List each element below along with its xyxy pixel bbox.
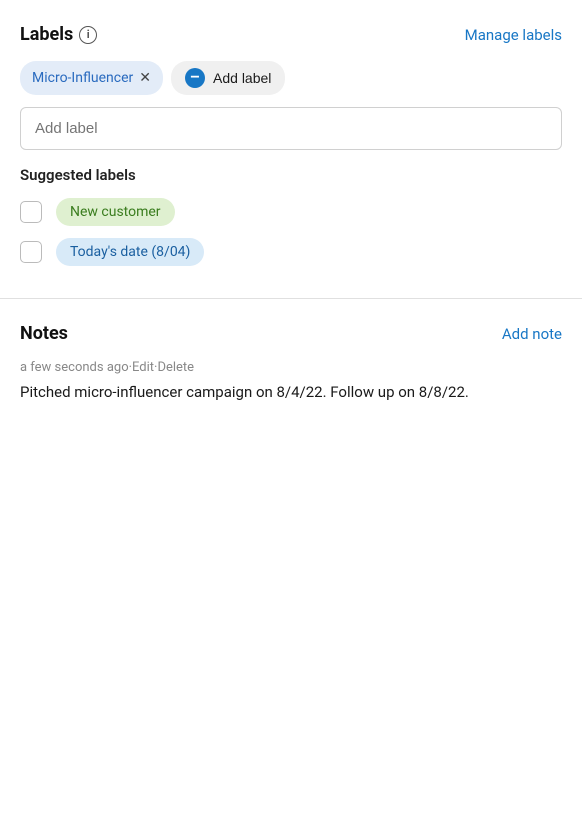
labels-section: Labels i Manage labels Micro-Influencer …	[0, 0, 582, 298]
note-edit-link[interactable]: Edit	[132, 360, 154, 375]
add-label-button[interactable]: − Add label	[171, 61, 285, 95]
checkbox-new-customer[interactable]	[20, 201, 42, 223]
minus-circle-icon: −	[185, 68, 205, 88]
labels-title: Labels i	[20, 24, 97, 45]
checkbox-todays-date[interactable]	[20, 241, 42, 263]
suggested-item-todays-date: Today's date (8/04)	[20, 238, 562, 266]
notes-header: Notes Add note	[20, 323, 562, 344]
suggested-label-todays-date[interactable]: Today's date (8/04)	[56, 238, 204, 266]
note-timestamp: a few seconds ago	[20, 360, 129, 375]
note-meta: a few seconds ago · Edit · Delete	[20, 360, 562, 375]
label-tag-text: Micro-Influencer	[32, 70, 133, 86]
suggested-item-new-customer: New customer	[20, 198, 562, 226]
notes-section: Notes Add note a few seconds ago · Edit …	[0, 299, 582, 424]
add-label-input-wrapper	[20, 107, 562, 150]
suggested-labels-section: Suggested labels New customer Today's da…	[20, 166, 562, 266]
add-note-link[interactable]: Add note	[502, 325, 562, 343]
label-remove-icon[interactable]: ✕	[139, 71, 151, 85]
note-delete-link[interactable]: Delete	[157, 360, 194, 375]
labels-title-text: Labels	[20, 24, 73, 45]
add-label-button-text: Add label	[213, 70, 271, 86]
manage-labels-link[interactable]: Manage labels	[465, 26, 562, 44]
suggested-labels-title: Suggested labels	[20, 166, 562, 184]
existing-labels: Micro-Influencer ✕ − Add label	[20, 61, 562, 95]
note-body: Pitched micro-influencer campaign on 8/4…	[20, 381, 562, 404]
add-label-input[interactable]	[20, 107, 562, 150]
suggested-label-new-customer[interactable]: New customer	[56, 198, 175, 226]
notes-title: Notes	[20, 323, 68, 344]
notes-title-text: Notes	[20, 323, 68, 344]
label-tag-micro-influencer: Micro-Influencer ✕	[20, 61, 163, 95]
labels-info-icon[interactable]: i	[79, 26, 97, 44]
labels-header: Labels i Manage labels	[20, 24, 562, 45]
